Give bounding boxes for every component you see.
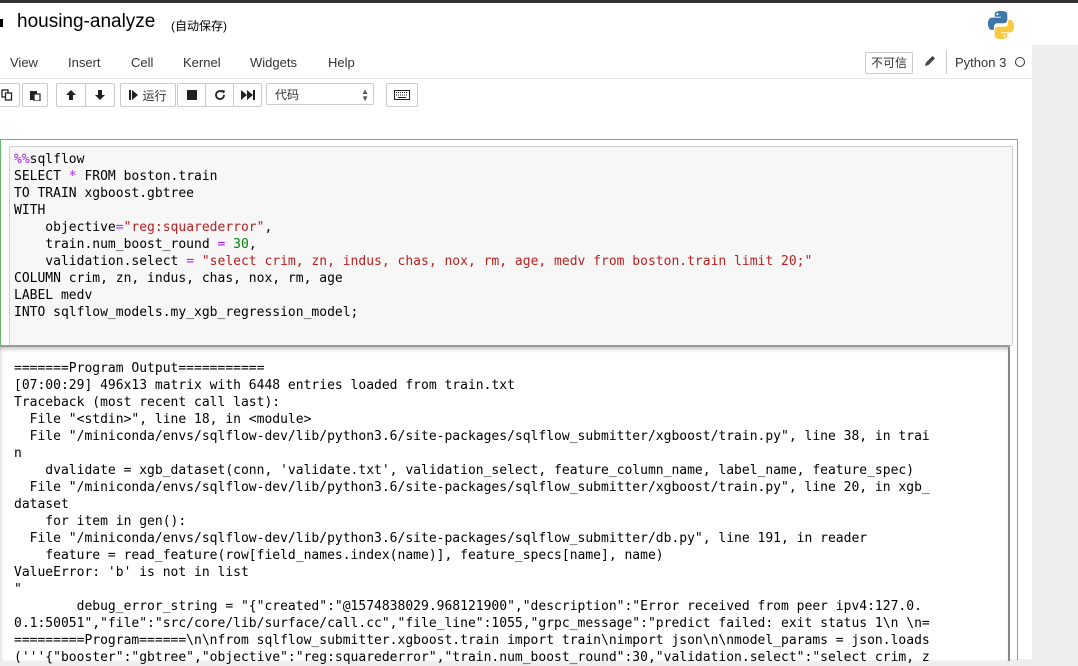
code-line: train.num_boost_round = 30,: [14, 237, 257, 252]
cell-code-editor[interactable]: %%sqlflow SELECT * FROM boston.train TO …: [14, 151, 812, 321]
interrupt-button[interactable]: [177, 83, 206, 107]
code-line: COLUMN crim, zn, indus, chas, nox, rm, a…: [14, 271, 343, 286]
output-line: Traceback (most recent call last):: [14, 395, 281, 410]
select-arrows-icon: ▲ ▼: [361, 87, 369, 103]
move-down-button[interactable]: [85, 83, 115, 107]
trust-indicator[interactable]: 不可信: [865, 52, 914, 74]
paste-cell-button[interactable]: [22, 83, 48, 107]
fast-forward-button[interactable]: [233, 83, 262, 107]
output-line: dvalidate = xgb_dataset(conn, 'validate.…: [14, 463, 915, 478]
scroll-gutter: [1032, 113, 1078, 659]
toolbar: 运行 代码 ▲ ▼: [0, 79, 1032, 113]
command-palette-button[interactable]: [386, 83, 418, 107]
move-up-button[interactable]: [56, 83, 86, 107]
cell-output-text: =======Program Output=========== [07:00:…: [14, 360, 930, 666]
arrow-down-icon: [95, 90, 105, 100]
output-line: dataset: [14, 497, 69, 512]
output-line: n: [14, 446, 22, 461]
keyboard-icon: [394, 90, 410, 100]
cell-type-select[interactable]: 代码 ▲ ▼: [266, 83, 374, 105]
fast-forward-icon: [240, 90, 255, 100]
code-line: WITH: [14, 203, 46, 218]
output-line: =======Program Output===========: [14, 361, 265, 376]
restart-button[interactable]: [205, 83, 234, 107]
code-line: TO TRAIN xgboost.gbtree: [14, 186, 195, 201]
menu-widgets[interactable]: Widgets: [250, 55, 297, 70]
arrow-up-icon: [66, 90, 76, 100]
output-line: File "<stdin>", line 18, in <module>: [14, 412, 312, 427]
run-button[interactable]: 运行: [120, 83, 176, 107]
run-label: 运行: [142, 88, 167, 103]
output-line: File "/miniconda/envs/sqlflow-dev/lib/py…: [14, 429, 930, 444]
kernel-name: Python 3: [955, 55, 1007, 70]
stop-icon: [186, 90, 197, 100]
output-line: ": [14, 582, 22, 597]
pencil-icon[interactable]: [923, 54, 937, 68]
step-forward-icon: [129, 90, 139, 100]
menu-kernel[interactable]: Kernel: [183, 55, 221, 70]
menu-cell[interactable]: Cell: [131, 55, 153, 70]
code-line: INTO sqlflow_models.my_xgb_regression_mo…: [14, 305, 359, 320]
paste-icon: [30, 91, 41, 101]
notebook-title[interactable]: housing-analyze: [17, 11, 155, 33]
menu-insert[interactable]: Insert: [68, 55, 101, 70]
output-line: debug_error_string = "{"created":"@15748…: [14, 599, 922, 614]
output-line: ('''{"booster":"gbtree","objective":"reg…: [14, 650, 930, 665]
menu-view[interactable]: View: [10, 55, 38, 70]
autosave-status: (自动保存): [171, 19, 227, 33]
output-line: [07:00:29] 496x13 matrix with 6448 entri…: [14, 378, 515, 393]
code-line: LABEL medv: [14, 288, 93, 303]
cell-type-value: 代码: [275, 88, 300, 102]
menu-help[interactable]: Help: [328, 55, 355, 70]
output-line: feature = read_feature(row[field_names.i…: [14, 548, 664, 563]
code-line: objective="reg:squarederror",: [14, 220, 273, 235]
output-line: for item in gen():: [14, 514, 187, 529]
restart-icon: [214, 90, 225, 100]
output-line: 0.1:50051","file":"src/core/lib/surface/…: [14, 616, 930, 631]
code-line: validation.select = "select crim, zn, in…: [14, 254, 813, 269]
notebook-header: housing-analyze (自动保存): [0, 3, 1078, 45]
edge-mark: [0, 19, 3, 27]
output-scroll-border: [1008, 347, 1010, 661]
code-line: %%sqlflow: [14, 152, 85, 167]
code-line: SELECT * FROM boston.train: [14, 169, 218, 184]
output-line: File "/miniconda/envs/sqlflow-dev/lib/py…: [14, 531, 868, 546]
output-line: ValueError: 'b' is not in list: [14, 565, 249, 580]
output-line: File "/miniconda/envs/sqlflow-dev/lib/py…: [14, 480, 930, 495]
kernel-idle-indicator-icon: [1015, 57, 1025, 67]
kernel-separator: [946, 50, 947, 74]
output-line: =========Program======\n\nfrom sqlflow_s…: [14, 633, 930, 648]
copy-icon: [1, 89, 13, 101]
copy-cell-button[interactable]: [0, 83, 20, 107]
python-logo-icon: [988, 11, 1014, 39]
